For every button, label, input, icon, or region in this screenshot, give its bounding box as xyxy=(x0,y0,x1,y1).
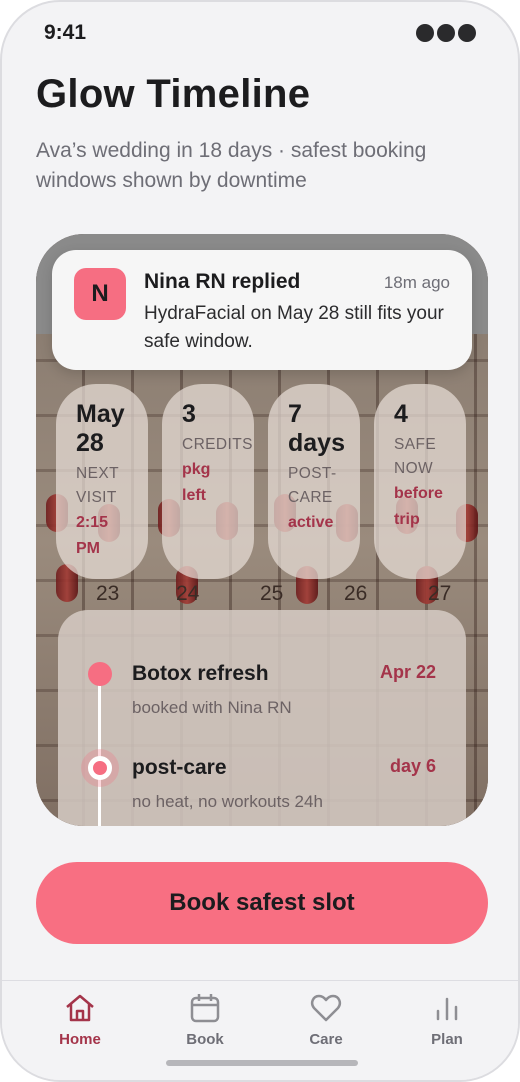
avatar: N xyxy=(74,268,126,320)
stat-detail: before trip xyxy=(394,485,443,528)
timeline-item-date: day 6 xyxy=(389,756,436,776)
stat-detail: active xyxy=(288,514,334,531)
stat-label: POST- CARE xyxy=(288,465,337,506)
timeline-item-title[interactable]: post-care xyxy=(132,756,227,780)
timeline-current-dot xyxy=(88,756,112,780)
stat-credits[interactable]: 3 CREDITS pkg left xyxy=(162,384,254,579)
stat-detail: pkg left xyxy=(182,461,211,504)
timeline-item-date: Apr 22 xyxy=(379,662,436,682)
stat-next-visit[interactable]: May 28 NEXT VISIT 2:15 PM xyxy=(56,384,148,579)
treatment-timeline: Botox refresh booked with Nina RN Apr 22… xyxy=(58,610,466,826)
notification-time: 18m ago xyxy=(383,273,450,292)
stats-row: May 28 NEXT VISIT 2:15 PM 3 CREDITS pkg lef… xyxy=(56,384,472,579)
page-subtitle: Ava’s wedding in 18 days · safest bookin… xyxy=(36,139,427,192)
tab-label: Care xyxy=(309,1031,343,1048)
calendar-number: 27 xyxy=(428,582,452,605)
stat-value: days xyxy=(288,429,345,457)
timeline-item-subtitle: booked with Nina RN xyxy=(132,698,292,717)
status-time: 9:41 xyxy=(44,21,87,44)
calendar-number: 23 xyxy=(96,582,120,605)
bar-chart-icon xyxy=(436,997,458,1021)
timeline-item-subtitle: no heat, no workouts 24h xyxy=(132,792,323,811)
tab-label: Plan xyxy=(431,1031,463,1048)
reply-notification[interactable]: N Nina RN replied 18m ago HydraFacial on… xyxy=(52,250,472,370)
notification-title: Nina RN replied xyxy=(144,270,301,293)
calendar-number: 26 xyxy=(344,582,368,605)
tab-label: Home xyxy=(59,1031,101,1048)
stat-value: 4 xyxy=(394,400,408,428)
timeline-dot xyxy=(88,662,112,686)
stat-label: NEXT VISIT xyxy=(76,465,119,506)
tab-care[interactable]: Care xyxy=(276,991,376,1048)
phone-frame: 9:41 Glow Timeline Ava’s wedding in 18 d… xyxy=(0,0,520,1082)
tab-bar: Home Book Care Plan xyxy=(2,980,518,1080)
stat-post-care[interactable]: 7 days POST- CARE active xyxy=(268,384,360,579)
stat-detail: 2:15 PM xyxy=(76,514,109,557)
stat-value: 3 xyxy=(182,400,196,428)
home-icon xyxy=(66,994,94,1022)
calendar-number: 25 xyxy=(260,582,284,605)
timeline-line xyxy=(98,670,101,826)
more-dots-icon[interactable] xyxy=(416,24,476,42)
home-indicator[interactable] xyxy=(166,1060,358,1066)
tab-home[interactable]: Home xyxy=(30,991,130,1048)
tab-label: Book xyxy=(186,1031,224,1048)
hero-photo-card: 23 24 25 26 27 N Nina RN replied 18m ago… xyxy=(36,234,488,826)
stat-label: CREDITS xyxy=(182,436,253,453)
stat-value: 7 xyxy=(288,400,302,428)
tab-book[interactable]: Book xyxy=(155,991,255,1048)
stat-value: May xyxy=(76,400,125,428)
calendar-number: 24 xyxy=(176,582,200,605)
timeline-item-title[interactable]: Botox refresh xyxy=(132,662,269,686)
heart-icon xyxy=(310,994,342,1022)
stat-safe-now[interactable]: 4 SAFE NOW before trip xyxy=(374,384,466,579)
stat-label: SAFE NOW xyxy=(394,436,437,477)
calendar-icon xyxy=(190,994,220,1023)
page-title: Glow Timeline xyxy=(36,72,311,116)
tab-plan[interactable]: Plan xyxy=(397,991,497,1048)
notification-body: HydraFacial on May 28 still fits your sa… xyxy=(144,303,444,352)
book-safest-slot-button[interactable]: Book safest slot xyxy=(36,862,488,944)
stat-value: 28 xyxy=(76,429,104,457)
